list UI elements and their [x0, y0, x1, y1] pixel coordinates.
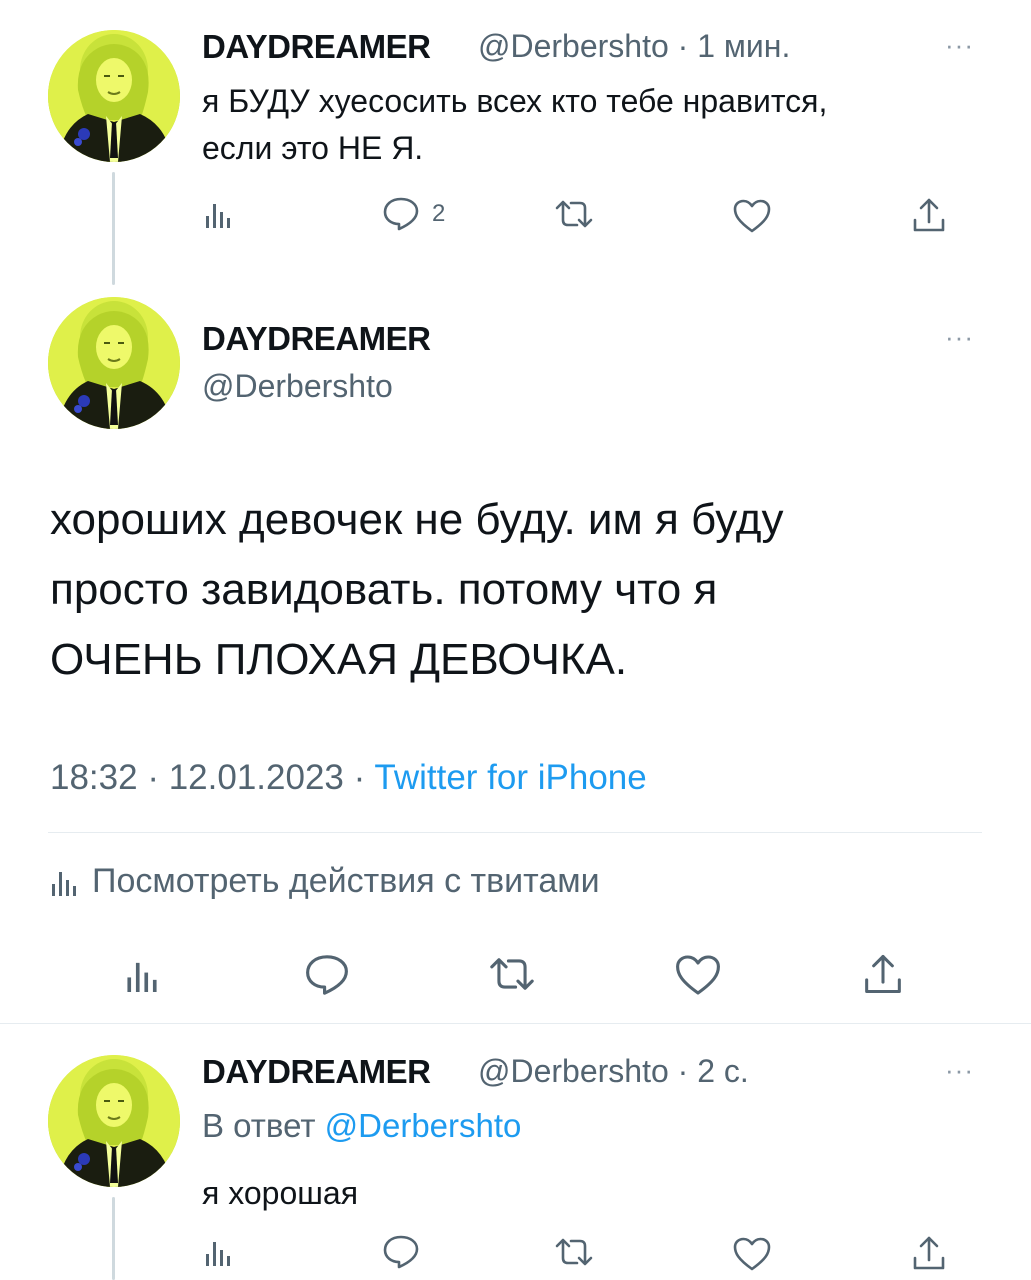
handle[interactable]: @Derbershto [478, 28, 669, 64]
analytics-icon [127, 962, 157, 992]
like-button[interactable] [732, 1236, 772, 1272]
thread-line [112, 1197, 115, 1280]
tweet-text-line: хороших девочек не буду. им я буду [50, 495, 784, 544]
share-button[interactable] [911, 1234, 947, 1272]
tweet-text-line: я БУДУ хуесосить всех кто тебе нравится, [202, 83, 828, 119]
like-button[interactable] [732, 198, 772, 234]
reply-button[interactable] [304, 953, 350, 997]
tweet-text: хороших девочек не буду. им я буду прост… [50, 485, 990, 695]
share-icon [865, 954, 901, 994]
analytics-button[interactable] [125, 955, 159, 995]
analytics-button[interactable] [204, 1236, 232, 1268]
tweet-text-line: если это НЕ Я. [202, 130, 424, 166]
reply-icon [383, 197, 419, 231]
more-icon[interactable]: ··· [945, 322, 974, 353]
retweet-icon [555, 200, 593, 228]
tweet-meta: @Derbershto · 2 с. [478, 1053, 749, 1090]
retweet-icon [555, 1238, 593, 1266]
display-name[interactable]: DAYDREAMER [202, 28, 431, 66]
reply-button[interactable]: 2 [382, 196, 445, 232]
retweet-icon [490, 958, 534, 990]
display-name[interactable]: DAYDREAMER [202, 1053, 431, 1091]
avatar[interactable] [48, 30, 180, 162]
divider [48, 832, 982, 833]
meta-separator: · [677, 1053, 689, 1089]
tweet-text: я БУДУ хуесосить всех кто тебе нравится,… [202, 78, 827, 172]
timestamp[interactable]: 2 с. [697, 1053, 749, 1089]
tweet-timestamp-row: 18:32 · 12.01.2023 · Twitter for iPhone [50, 758, 647, 798]
more-icon[interactable]: ··· [945, 1055, 974, 1086]
retweet-button[interactable] [553, 198, 595, 230]
view-tweet-activity[interactable]: Посмотреть действия с твитами [50, 862, 600, 901]
tweet-source-link[interactable]: Twitter for iPhone [374, 758, 646, 797]
handle[interactable]: @Derbershto [478, 1053, 669, 1089]
analytics-icon [206, 1242, 230, 1266]
share-icon [913, 198, 945, 232]
tweet-text-line: просто завидовать. потому что я [50, 565, 718, 614]
tweet-text-line: ОЧЕНЬ ПЛОХАЯ ДЕВОЧКА. [50, 635, 628, 684]
share-button[interactable] [862, 951, 904, 997]
like-icon [676, 955, 720, 995]
share-icon [913, 1236, 945, 1270]
avatar[interactable] [48, 1055, 180, 1187]
analytics-icon [52, 871, 76, 896]
handle[interactable]: @Derbershto [202, 368, 393, 405]
reply-icon [383, 1235, 419, 1269]
meta-separator: · [353, 758, 366, 797]
avatar[interactable] [48, 297, 180, 429]
thread-line [112, 172, 115, 285]
reply-icon [306, 955, 348, 995]
analytics-icon [206, 204, 230, 228]
meta-separator: · [147, 758, 159, 797]
reply-to-label: В ответ [202, 1107, 316, 1144]
timestamp[interactable]: 1 мин. [697, 28, 790, 64]
tweet-time[interactable]: 18:32 [50, 758, 138, 797]
like-icon [733, 199, 771, 233]
analytics-button[interactable] [204, 198, 232, 230]
retweet-button[interactable] [553, 1236, 595, 1268]
reply-count: 2 [432, 200, 446, 227]
meta-separator: · [677, 28, 689, 64]
tweet-date[interactable]: 12.01.2023 [169, 758, 344, 797]
reply-to-handle[interactable]: @Derbershto [325, 1107, 522, 1144]
like-button[interactable] [674, 953, 722, 997]
share-button[interactable] [911, 196, 947, 234]
activity-label: Посмотреть действия с твитами [92, 862, 600, 900]
more-icon[interactable]: ··· [945, 30, 974, 61]
like-icon [733, 1237, 771, 1271]
tweet-meta: @Derbershto · 1 мин. [478, 28, 790, 65]
reply-button[interactable] [382, 1234, 420, 1270]
divider [0, 1023, 1031, 1024]
retweet-button[interactable] [487, 955, 537, 993]
reply-to-line: В ответ @Derbershto [202, 1107, 521, 1145]
tweet-text: я хорошая [202, 1175, 359, 1211]
display-name[interactable]: DAYDREAMER [202, 320, 431, 358]
